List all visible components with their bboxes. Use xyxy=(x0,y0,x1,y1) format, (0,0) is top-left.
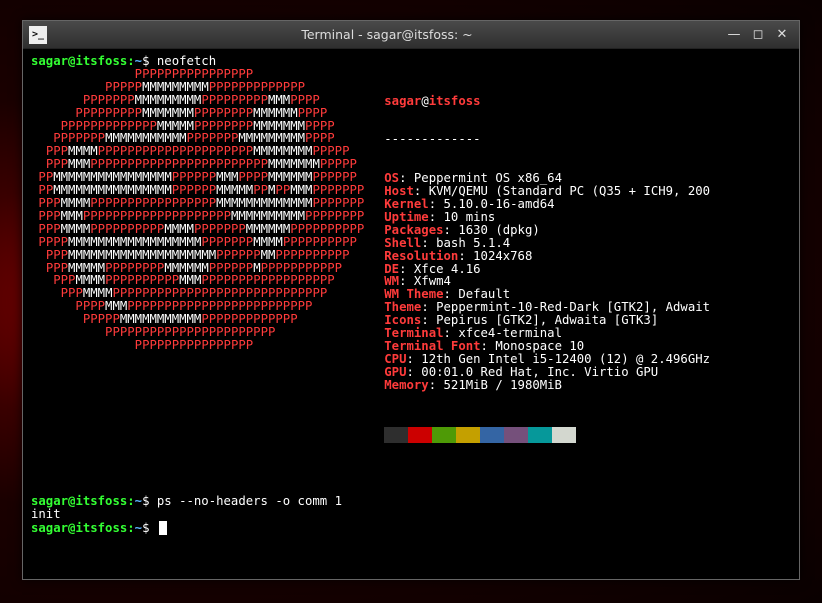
close-button[interactable]: ✕ xyxy=(775,28,789,42)
nf-dashes: ------------- xyxy=(384,133,791,146)
swatch xyxy=(552,427,576,443)
swatch xyxy=(480,427,504,443)
prompt-dollar: $ xyxy=(142,54,149,68)
terminal-content[interactable]: sagar@itsfoss:~$ neofetch PPPPPPPPPPPPPP… xyxy=(23,49,799,579)
info-memory: Memory: 521MiB / 1980MiB xyxy=(384,379,791,392)
prompt-sep: : xyxy=(127,54,134,68)
command-2: ps --no-headers -o comm 1 xyxy=(157,494,342,508)
prompt-line-3: sagar@itsfoss:~$ xyxy=(31,521,791,535)
minimize-button[interactable]: — xyxy=(727,28,741,42)
window-title: Terminal - sagar@itsfoss: ~ xyxy=(47,27,727,42)
prompt-path: ~ xyxy=(135,54,142,68)
blank-1 xyxy=(31,469,791,482)
cursor xyxy=(159,521,167,535)
system-info: sagar@itsfoss ------------- OS: Peppermi… xyxy=(384,68,791,469)
prompt-user: sagar xyxy=(31,54,68,68)
swatch xyxy=(456,427,480,443)
color-swatches xyxy=(384,427,791,443)
ascii-logo: PPPPPPPPPPPPPPPP PPPPPMMMMMMMMMPPPPPPPPP… xyxy=(31,68,364,469)
nf-header: sagar@itsfoss xyxy=(384,95,791,108)
terminal-app-icon xyxy=(29,26,47,44)
swatch xyxy=(384,427,408,443)
maximize-button[interactable]: ◻ xyxy=(751,28,765,42)
cmd2-output: init xyxy=(31,508,791,521)
prompt-host: itsfoss xyxy=(75,54,127,68)
swatch xyxy=(528,427,552,443)
nf-info-lines: OS: Peppermint OS x86_64Host: KVM/QEMU (… xyxy=(384,172,791,391)
swatch xyxy=(432,427,456,443)
terminal-window: Terminal - sagar@itsfoss: ~ — ◻ ✕ sagar@… xyxy=(22,20,800,580)
swatch xyxy=(504,427,528,443)
titlebar[interactable]: Terminal - sagar@itsfoss: ~ — ◻ ✕ xyxy=(23,21,799,49)
command-1: neofetch xyxy=(157,54,216,68)
swatch xyxy=(408,427,432,443)
prompt-line-2: sagar@itsfoss:~$ ps --no-headers -o comm… xyxy=(31,495,791,508)
neofetch-output: PPPPPPPPPPPPPPPP PPPPPMMMMMMMMMPPPPPPPPP… xyxy=(31,68,791,469)
window-controls: — ◻ ✕ xyxy=(727,28,793,42)
